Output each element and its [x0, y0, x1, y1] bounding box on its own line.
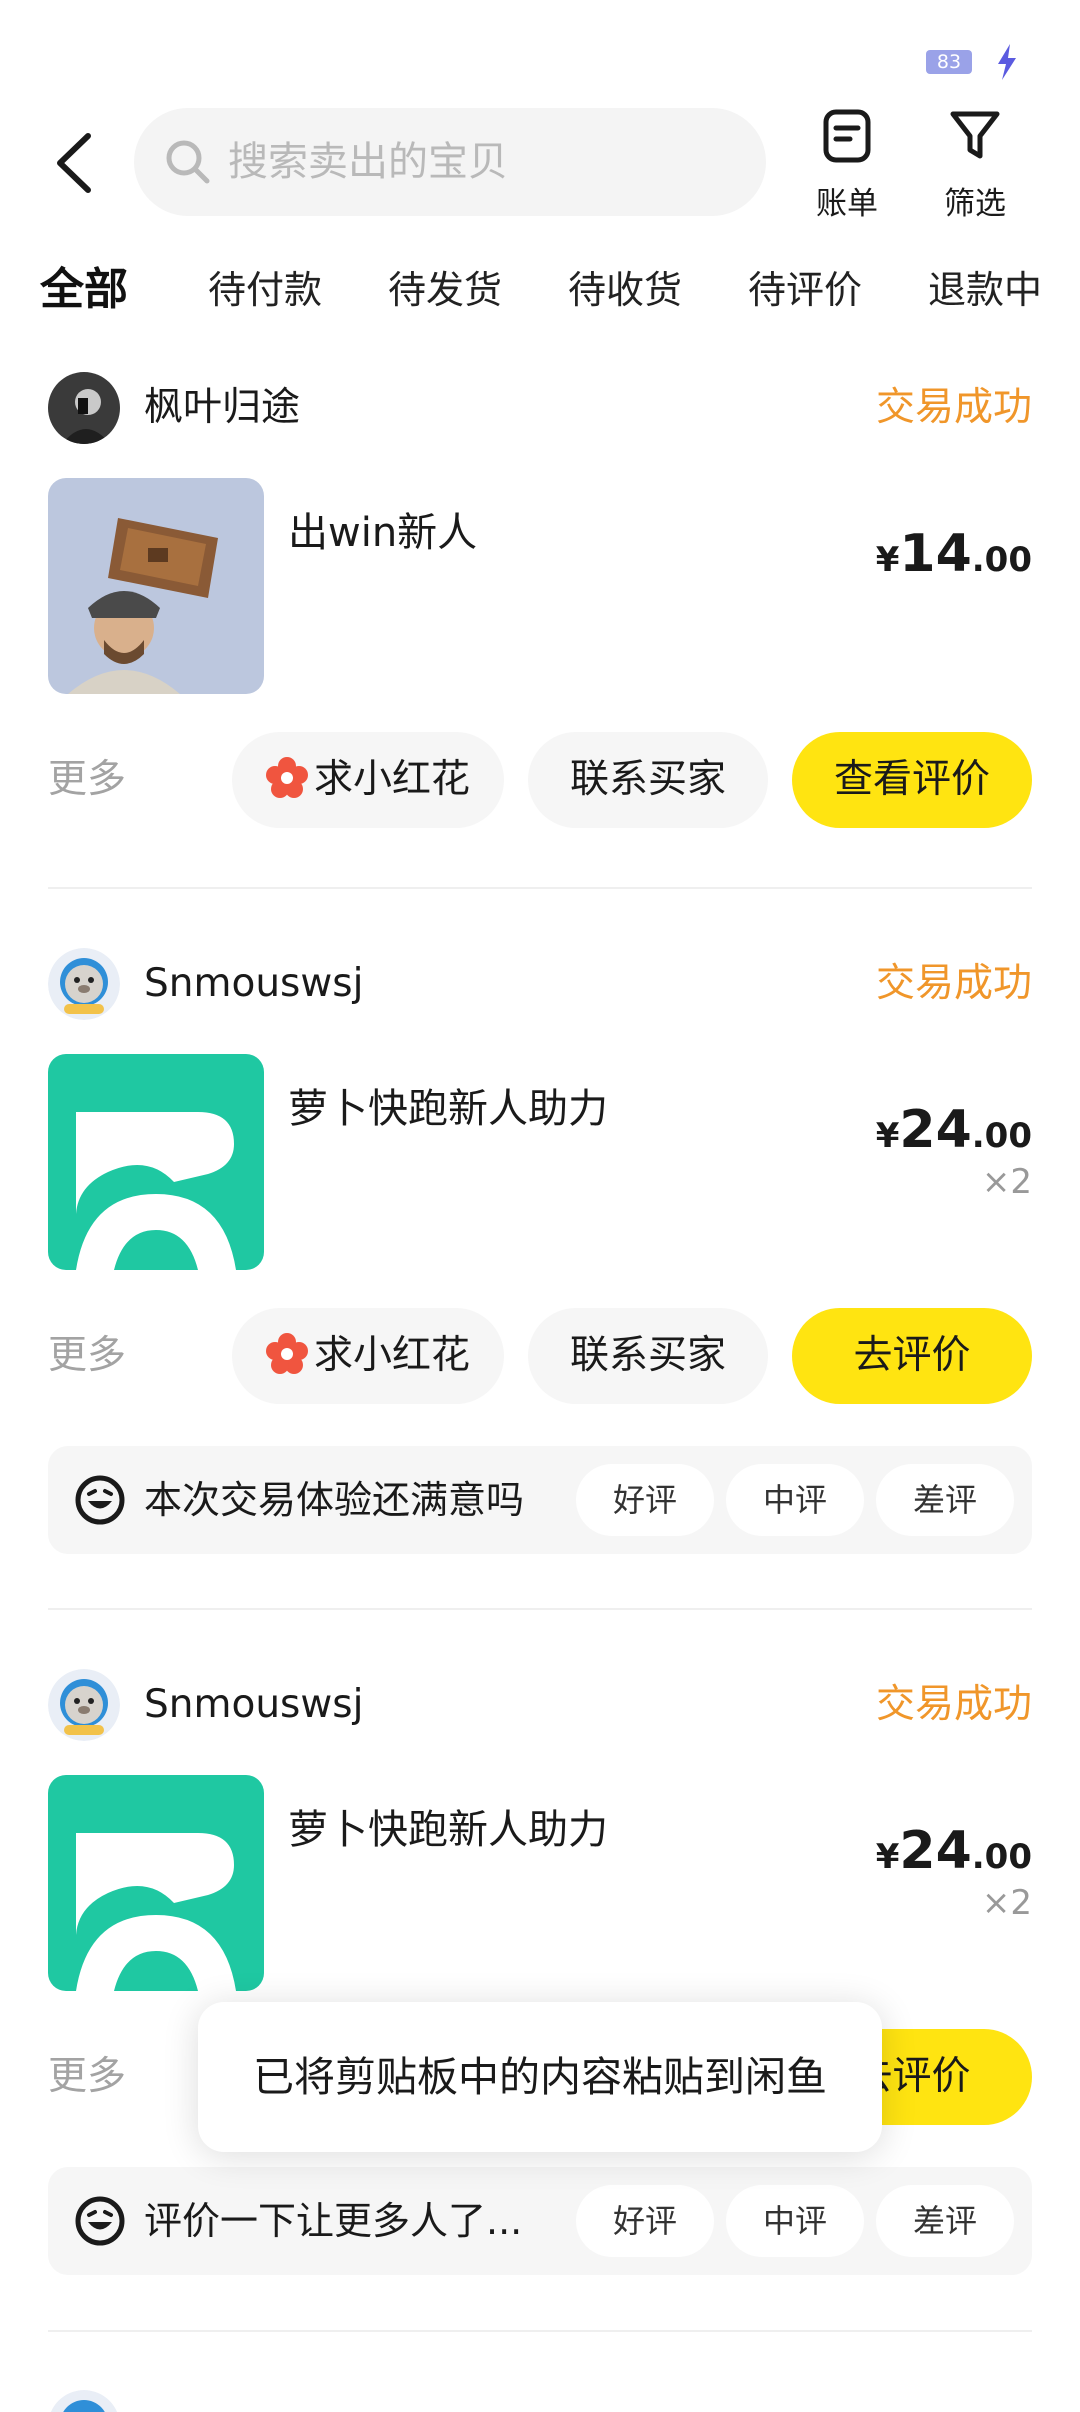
product-title[interactable]: 出win新人 [288, 478, 477, 588]
action-row: 更多 求小红花 联系买家 查看评价 [48, 732, 1032, 828]
divider [48, 2330, 1032, 2332]
action-row: 更多 求小红花 联系买家 去评价 [48, 1308, 1032, 1404]
tab-pending-shipment[interactable]: 待发货 [388, 250, 502, 330]
avatar-image [48, 372, 120, 444]
order-status: 交易成功 [875, 385, 1032, 430]
quick-review-bar: 评价一下让更多人了... 好评 中评 差评 [48, 2167, 1032, 2275]
search-placeholder: 搜索卖出的宝贝 [228, 139, 508, 185]
search-icon [166, 140, 210, 184]
seller-name[interactable]: Snmouswsj [144, 944, 363, 1024]
avatar-image [48, 1669, 120, 1741]
happy-face-icon [75, 2196, 125, 2246]
contact-buyer-button[interactable]: 联系买家 [528, 732, 768, 828]
order-status: 交易成功 [875, 961, 1032, 1006]
view-review-button[interactable]: 查看评价 [792, 732, 1032, 828]
game-thumbnail-image [48, 478, 264, 694]
order-card[interactable]: Snmouswsj 交易成功 萝卜快跑新人助力 ¥24.00 ×2 更多 求小红… [48, 944, 1032, 1564]
filter-icon [950, 111, 1000, 159]
more-button[interactable]: 更多 [48, 732, 126, 828]
bill-icon [823, 109, 871, 163]
good-review-button[interactable]: 好评 [576, 1464, 714, 1536]
search-input[interactable]: 搜索卖出的宝贝 [134, 108, 766, 216]
back-arrow-icon[interactable] [48, 128, 102, 198]
battery-indicator: 83 [926, 50, 972, 74]
seller-name[interactable]: 枫叶归途 [144, 368, 300, 448]
ask-flower-button[interactable]: 求小红花 [232, 1308, 504, 1404]
seller-row[interactable]: 枫叶归途 交易成功 [48, 368, 1032, 448]
ask-flower-label: 求小红花 [313, 1333, 470, 1378]
product-thumbnail[interactable] [48, 1775, 264, 1991]
order-tabs: 全部 待付款 待发货 待收货 待评价 退款中 [0, 250, 1080, 330]
flower-icon [265, 1333, 308, 1374]
order-card[interactable]: Snmouswsj 交易成功 萝卜快跑新人助力 ¥24.00 ×2 更多 去评价… [48, 1665, 1032, 2285]
divider [48, 887, 1032, 889]
review-prompt: 本次交易体验还满意吗 [144, 1478, 525, 1522]
clipboard-toast: 已将剪贴板中的内容粘贴到闲鱼 [198, 2002, 882, 2152]
good-review-button[interactable]: 好评 [576, 2185, 714, 2257]
seller-name[interactable]: Snmouswsj [144, 1665, 363, 1745]
neutral-review-button[interactable]: 中评 [726, 2185, 864, 2257]
avatar-image [50, 2390, 118, 2412]
avatar[interactable] [48, 948, 120, 1020]
tab-all[interactable]: 全部 [40, 250, 128, 330]
charging-bolt-icon [998, 44, 1016, 80]
quantity: ×2 [981, 1162, 1032, 1202]
luobo-app-logo [48, 1054, 264, 1270]
bad-review-button[interactable]: 差评 [876, 1464, 1014, 1536]
bad-review-button[interactable]: 差评 [876, 2185, 1014, 2257]
seller-row[interactable]: Snmouswsj 交易成功 [48, 944, 1032, 1024]
tab-pending-receipt[interactable]: 待收货 [568, 250, 682, 330]
header: 搜索卖出的宝贝 账单 筛选 [0, 100, 1080, 230]
quick-review-bar: 本次交易体验还满意吗 好评 中评 差评 [48, 1446, 1032, 1554]
price: ¥14.00 [875, 524, 1032, 584]
product-title[interactable]: 萝卜快跑新人助力 [288, 1054, 608, 1164]
flower-icon [265, 757, 308, 798]
ask-flower-button[interactable]: 求小红花 [232, 732, 504, 828]
tab-pending-review[interactable]: 待评价 [748, 250, 862, 330]
quantity: ×2 [981, 1883, 1032, 1923]
product-row[interactable]: 萝卜快跑新人助力 ¥24.00 ×2 [48, 1775, 1032, 1991]
product-row[interactable]: 出win新人 ¥14.00 [48, 478, 1032, 694]
happy-face-icon [75, 1475, 125, 1525]
luobo-app-logo [48, 1775, 264, 1991]
neutral-review-button[interactable]: 中评 [726, 1464, 864, 1536]
review-prompt: 评价一下让更多人了... [144, 2199, 523, 2243]
product-thumbnail[interactable] [48, 478, 264, 694]
product-title[interactable]: 萝卜快跑新人助力 [288, 1775, 608, 1885]
avatar-image [48, 948, 120, 1020]
bill-label: 账单 [816, 186, 878, 222]
ask-flower-label: 求小红花 [313, 757, 470, 802]
order-status: 交易成功 [875, 1682, 1032, 1727]
bill-button[interactable]: 账单 [797, 108, 897, 228]
more-button[interactable]: 更多 [48, 2029, 126, 2125]
contact-buyer-button[interactable]: 联系买家 [528, 1308, 768, 1404]
filter-label: 筛选 [944, 186, 1006, 222]
avatar[interactable] [48, 372, 120, 444]
order-card[interactable]: 枫叶归途 交易成功 出win新人 ¥14.00 更多 求小红花 联系买家 查看评… [48, 368, 1032, 848]
avatar[interactable] [48, 2390, 120, 2412]
divider [48, 1608, 1032, 1610]
tab-pending-payment[interactable]: 待付款 [208, 250, 322, 330]
more-button[interactable]: 更多 [48, 1308, 126, 1404]
status-bar: 83 [0, 0, 1080, 100]
product-thumbnail[interactable] [48, 1054, 264, 1270]
order-card-partial[interactable] [48, 2386, 1032, 2412]
avatar[interactable] [48, 1669, 120, 1741]
price: ¥24.00 [875, 1821, 1032, 1881]
price: ¥24.00 [875, 1100, 1032, 1160]
tab-refunding[interactable]: 退款中 [928, 250, 1042, 330]
go-review-button[interactable]: 去评价 [792, 1308, 1032, 1404]
seller-row[interactable]: Snmouswsj 交易成功 [48, 1665, 1032, 1745]
filter-button[interactable]: 筛选 [925, 108, 1025, 228]
product-row[interactable]: 萝卜快跑新人助力 ¥24.00 ×2 [48, 1054, 1032, 1270]
